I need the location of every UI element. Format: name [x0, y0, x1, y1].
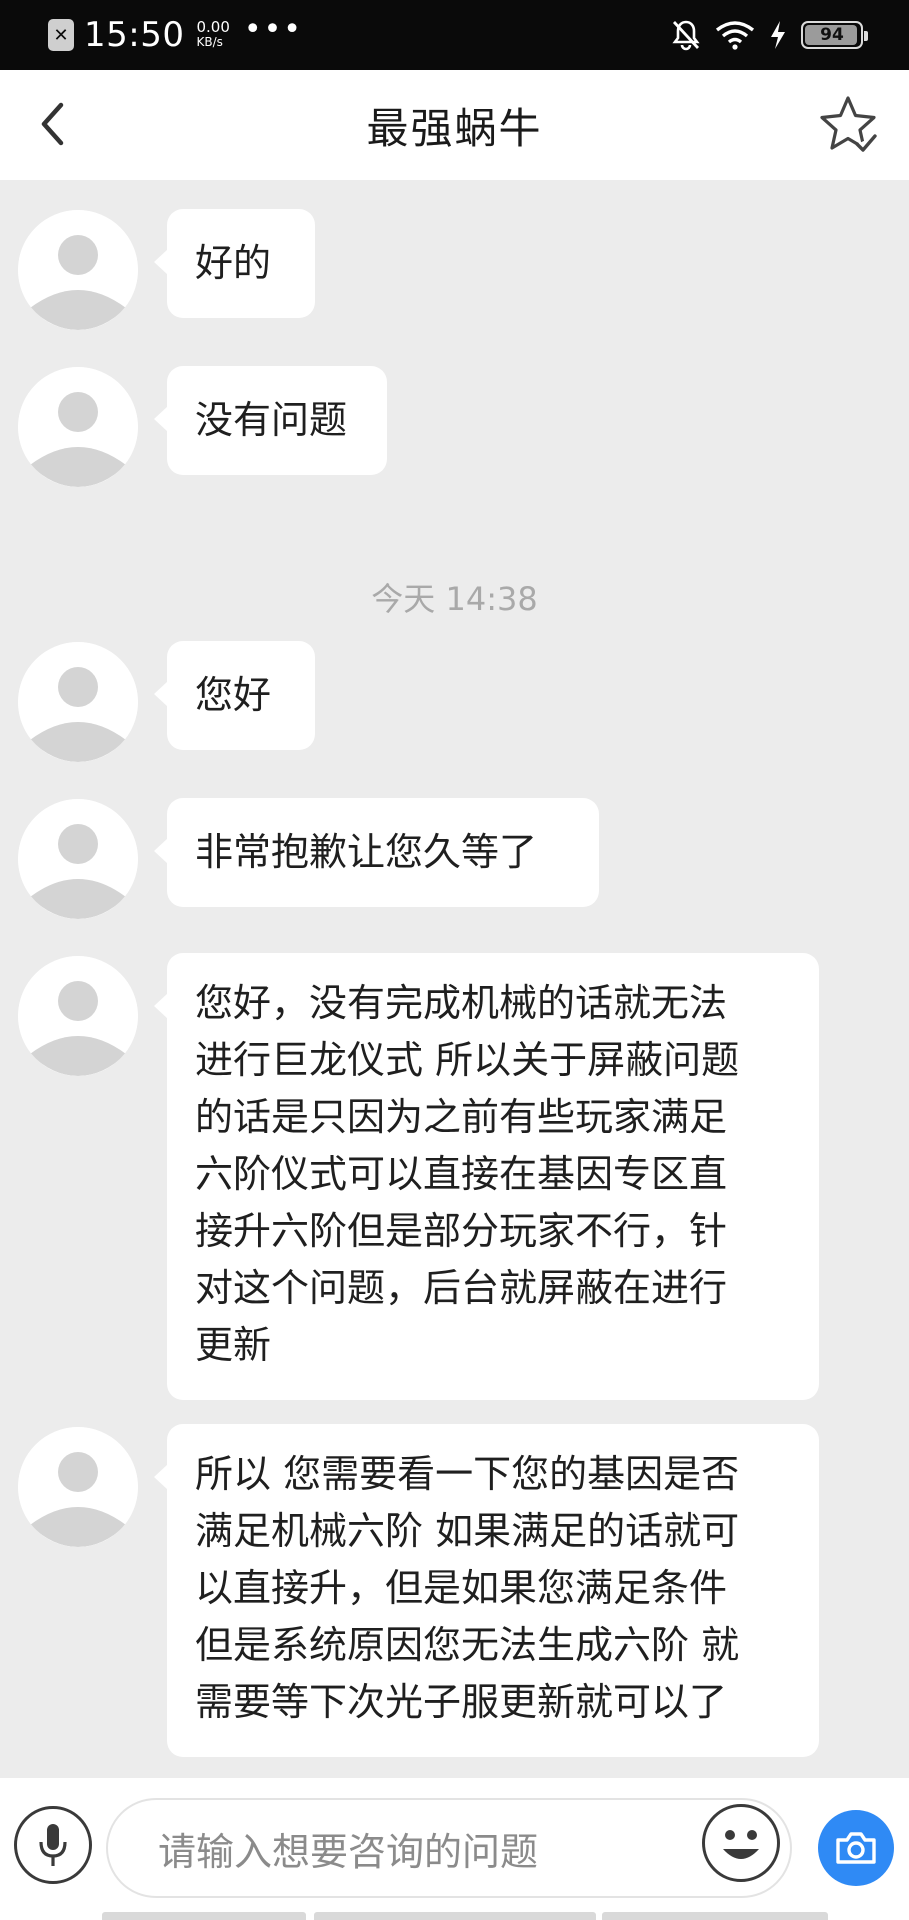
timestamp: 今天 14:38	[371, 580, 538, 618]
question-input[interactable]: 请输入想要咨询的问题	[106, 1798, 792, 1898]
message-list[interactable]: 好的 没有问题 今天 14:38 您好 非常抱歉让您久等了 您好，没有完成机械的…	[0, 180, 909, 1778]
agent-avatar	[18, 956, 138, 1076]
message-bubble: 没有问题	[154, 366, 387, 475]
message-bubble: 好的	[154, 209, 315, 318]
agent-avatar	[18, 799, 138, 919]
more-notifications-icon: •••	[243, 11, 303, 47]
chat-header: 最强蜗牛	[0, 70, 909, 180]
mute-bell-icon	[672, 20, 700, 51]
agent-avatar	[18, 210, 138, 330]
default-avatar-icon	[18, 367, 138, 487]
page-title: 最强蜗牛	[366, 103, 543, 153]
status-bar: ✕ 15:50 0.00 KB/s ••• 94	[0, 0, 909, 70]
message-line: 接升六阶但是部分玩家不行，针	[195, 1209, 728, 1253]
default-avatar-icon	[18, 956, 138, 1076]
back-button[interactable]	[30, 94, 74, 154]
message-bubble: 所以 您需要看一下您的基因是否 满足机械六阶 如果满足的话就可 以直接升，但是如…	[154, 1424, 819, 1757]
emoji-button[interactable]	[702, 1804, 780, 1882]
input-placeholder: 请输入想要咨询的问题	[158, 1829, 539, 1874]
message-text: 您好	[195, 673, 272, 717]
message-line: 六阶仪式可以直接在基因专区直	[195, 1152, 728, 1196]
agent-avatar	[18, 642, 138, 762]
status-time: 15:50	[84, 15, 185, 55]
message-line: 所以 您需要看一下您的基因是否	[195, 1452, 740, 1496]
message-line: 以直接升，但是如果您满足条件	[195, 1566, 728, 1610]
default-avatar-icon	[18, 642, 138, 762]
wifi-icon	[715, 21, 755, 50]
message-bubble: 您好，没有完成机械的话就无法 进行巨龙仪式 所以关于屏蔽问题 的话是只因为之前有…	[154, 953, 819, 1400]
star-check-icon	[820, 96, 877, 152]
emoji-icon	[723, 1830, 759, 1859]
message-text: 非常抱歉让您久等了	[195, 830, 538, 874]
message-line: 进行巨龙仪式 所以关于屏蔽问题	[195, 1038, 740, 1082]
camera-button[interactable]	[818, 1810, 894, 1886]
chevron-left-icon	[41, 102, 64, 146]
message-line: 更新	[195, 1323, 272, 1367]
voice-input-button[interactable]	[14, 1806, 92, 1884]
network-speed: 0.00 KB/s	[196, 18, 230, 50]
message-line: 满足机械六阶 如果满足的话就可	[195, 1509, 740, 1553]
sim-error-icon: ✕	[48, 19, 74, 51]
agent-avatar	[18, 1427, 138, 1547]
message-line: 您好，没有完成机械的话就无法	[195, 981, 728, 1025]
message-text: 没有问题	[195, 398, 348, 442]
message-bubble: 您好	[154, 641, 315, 750]
input-bar: 请输入想要咨询的问题	[0, 1778, 909, 1920]
message-line: 的话是只因为之前有些玩家满足	[195, 1095, 728, 1139]
keyboard-hint-strip	[0, 1912, 909, 1920]
message-line: 对这个问题，后台就屏蔽在进行	[195, 1266, 728, 1310]
message-line: 需要等下次光子服更新就可以了	[195, 1680, 728, 1724]
battery-level: 94	[820, 25, 844, 45]
battery-icon: 94	[801, 21, 868, 49]
default-avatar-icon	[18, 210, 138, 330]
charging-icon	[771, 21, 785, 49]
message-line: 但是系统原因您无法生成六阶 就	[195, 1623, 740, 1667]
microphone-icon	[39, 1824, 67, 1866]
message-bubble: 非常抱歉让您久等了	[154, 798, 599, 907]
message-text: 好的	[195, 241, 272, 285]
camera-icon	[836, 1832, 876, 1864]
agent-avatar	[18, 367, 138, 487]
default-avatar-icon	[18, 799, 138, 919]
default-avatar-icon	[18, 1427, 138, 1547]
favorite-button[interactable]	[817, 94, 879, 156]
